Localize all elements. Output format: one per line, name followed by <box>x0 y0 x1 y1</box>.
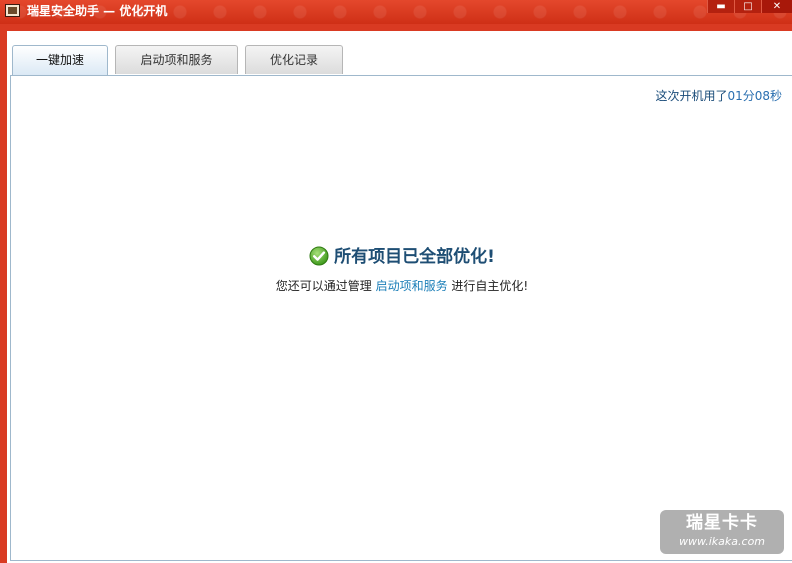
app-icon[interactable] <box>5 4 20 17</box>
boot-time-prefix: 这次开机用了 <box>655 89 728 103</box>
title-bar[interactable]: 瑞星安全助手 — 优化开机 ▬ □ ✕ <box>0 0 792 24</box>
window-title: 瑞星安全助手 — 优化开机 <box>27 4 168 18</box>
hint-suffix: 进行自主优化! <box>447 279 529 293</box>
tab-startup-and-services[interactable]: 启动项和服务 <box>115 45 238 74</box>
check-circle-icon <box>309 246 329 266</box>
maximize-button[interactable]: □ <box>734 0 761 13</box>
content-panel: 这次开机用了01分08秒 所有项目已全部优化! 您还可以通过管理 启动项和服务 … <box>10 75 792 561</box>
tab-optimization-log[interactable]: 优化记录 <box>245 45 343 74</box>
success-title: 所有项目已全部优化! <box>334 247 495 267</box>
close-button[interactable]: ✕ <box>761 0 792 13</box>
boot-time-value: 01分08秒 <box>727 89 782 103</box>
tab-bar: 一键加速 启动项和服务 优化记录 <box>12 45 350 75</box>
minimize-button[interactable]: ▬ <box>707 0 734 13</box>
hint-prefix: 您还可以通过管理 <box>275 279 376 293</box>
watermark-url: www.ikaka.com <box>678 535 766 548</box>
hint-text: 您还可以通过管理 启动项和服务 进行自主优化! <box>11 277 792 294</box>
boot-time-status: 这次开机用了01分08秒 <box>655 87 782 104</box>
client-area: 一键加速 启动项和服务 优化记录 这次开机用了01分08秒 所有项目已全部优化!… <box>7 31 792 563</box>
watermark-main: 瑞星卡卡 <box>686 513 758 533</box>
watermark-logo: 瑞星卡卡 www.ikaka.com <box>660 510 784 554</box>
success-message: 所有项目已全部优化! <box>11 242 792 267</box>
tab-one-click-speedup[interactable]: 一键加速 <box>12 45 108 75</box>
app-window: 瑞星安全助手 — 优化开机 ▬ □ ✕ 一键加速 启动项和服务 优化记录 这次开… <box>0 0 792 563</box>
window-controls: ▬ □ ✕ <box>707 0 792 14</box>
startup-services-link[interactable]: 启动项和服务 <box>376 279 448 293</box>
